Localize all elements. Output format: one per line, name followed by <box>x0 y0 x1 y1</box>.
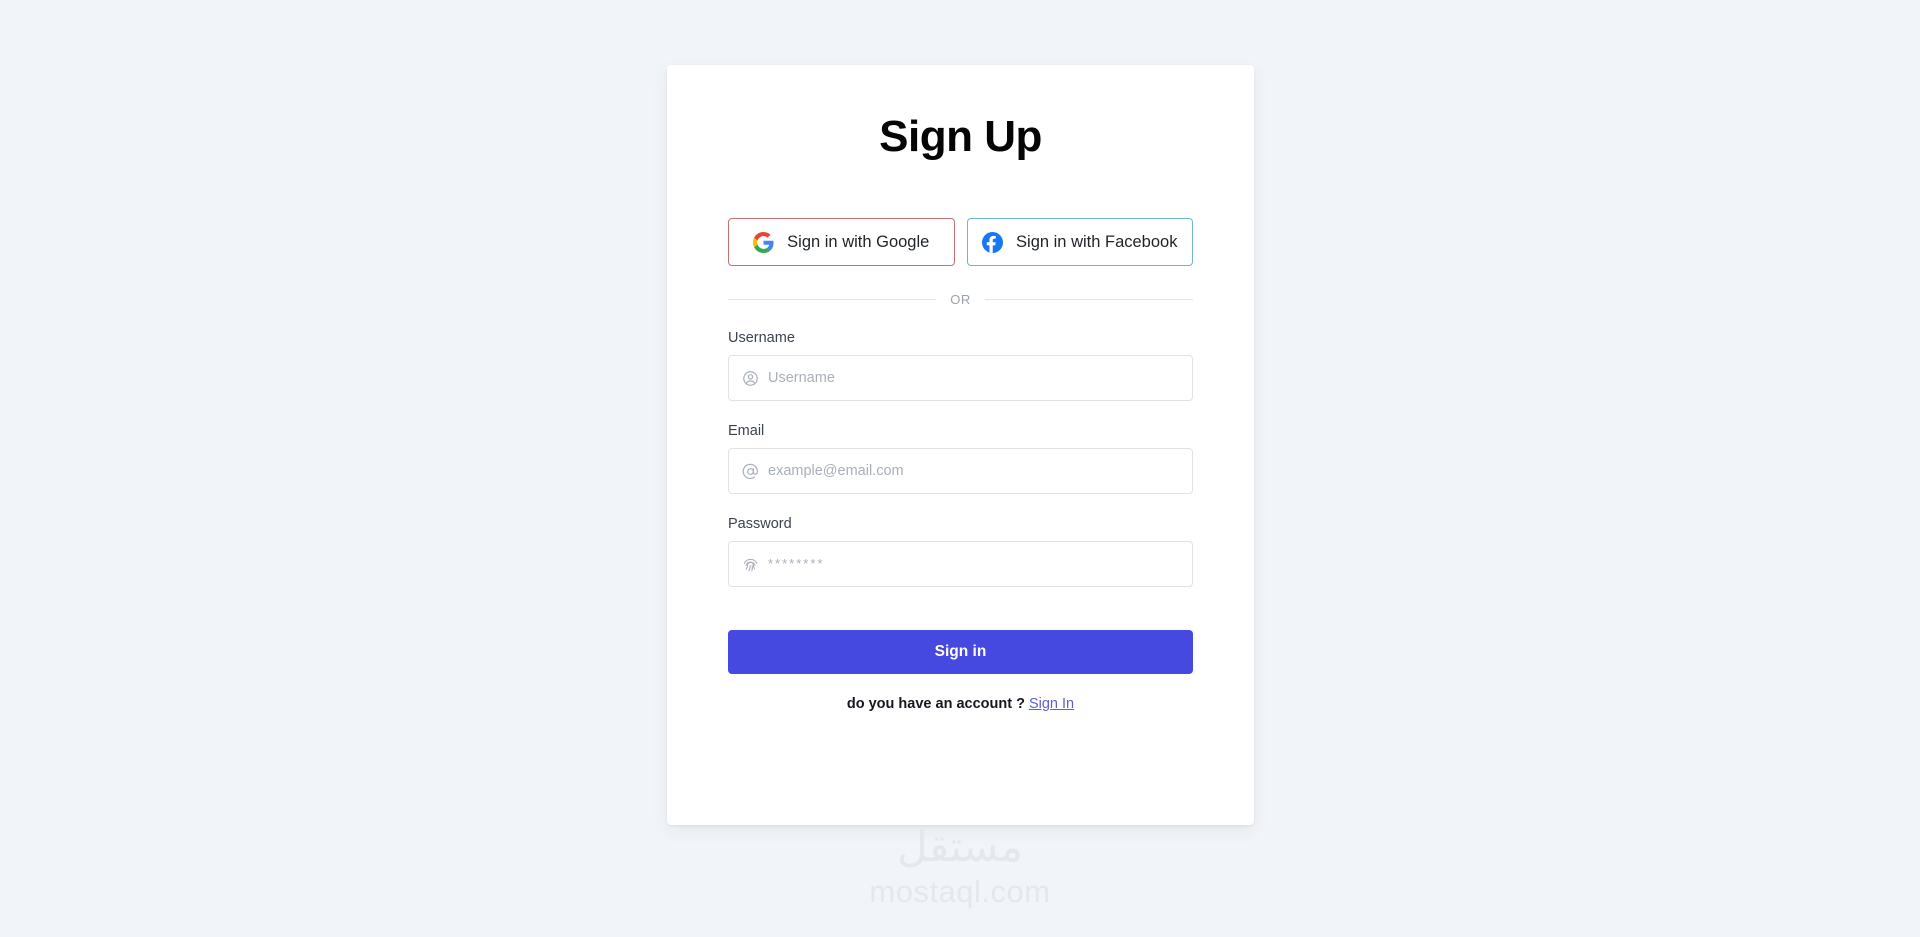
password-input-wrap[interactable] <box>728 541 1193 588</box>
at-sign-icon <box>742 463 759 480</box>
social-login-row: Sign in with Google Sign in with Faceboo… <box>728 218 1193 267</box>
email-input[interactable] <box>768 449 1179 494</box>
sign-in-with-facebook-label: Sign in with Facebook <box>1016 232 1178 251</box>
divider-line-left <box>728 299 937 301</box>
email-input-wrap[interactable] <box>728 448 1193 495</box>
password-label: Password <box>728 516 792 533</box>
sign-in-submit-button[interactable]: Sign in <box>728 630 1193 675</box>
or-divider: OR <box>728 292 1193 307</box>
mostaql-watermark: مستقل mostaql.com <box>0 822 1920 909</box>
email-field-group: Email <box>728 423 1193 495</box>
sign-in-with-facebook-button[interactable]: Sign in with Facebook <box>966 218 1193 267</box>
signup-page: Sign Up Sign in with Google Sign in with… <box>0 0 1920 937</box>
password-input[interactable] <box>768 542 1179 587</box>
email-label: Email <box>728 423 765 440</box>
username-field-group: Username <box>728 330 1193 402</box>
google-icon <box>753 231 774 253</box>
signup-card: Sign Up Sign in with Google Sign in with… <box>667 65 1254 825</box>
sign-in-link[interactable]: Sign In <box>1029 696 1074 712</box>
username-label: Username <box>728 330 795 347</box>
divider-line-right <box>984 299 1193 301</box>
username-input[interactable] <box>768 356 1179 401</box>
username-input-wrap[interactable] <box>728 355 1193 402</box>
divider-label: OR <box>950 292 971 308</box>
watermark-arabic-text: مستقل <box>897 822 1023 871</box>
password-field-group: Password <box>728 516 1193 588</box>
page-title: Sign Up <box>879 112 1042 161</box>
user-circle-icon <box>742 370 759 387</box>
sign-in-with-google-button[interactable]: Sign in with Google <box>728 218 955 267</box>
footer-note-text: do you have an account ? <box>846 696 1025 713</box>
footer-note: do you have an account ? Sign In <box>728 696 1193 712</box>
fingerprint-icon <box>742 556 759 573</box>
facebook-icon <box>982 231 1004 253</box>
watermark-domain-text: mostaql.com <box>869 874 1051 909</box>
sign-in-with-google-label: Sign in with Google <box>787 232 930 251</box>
